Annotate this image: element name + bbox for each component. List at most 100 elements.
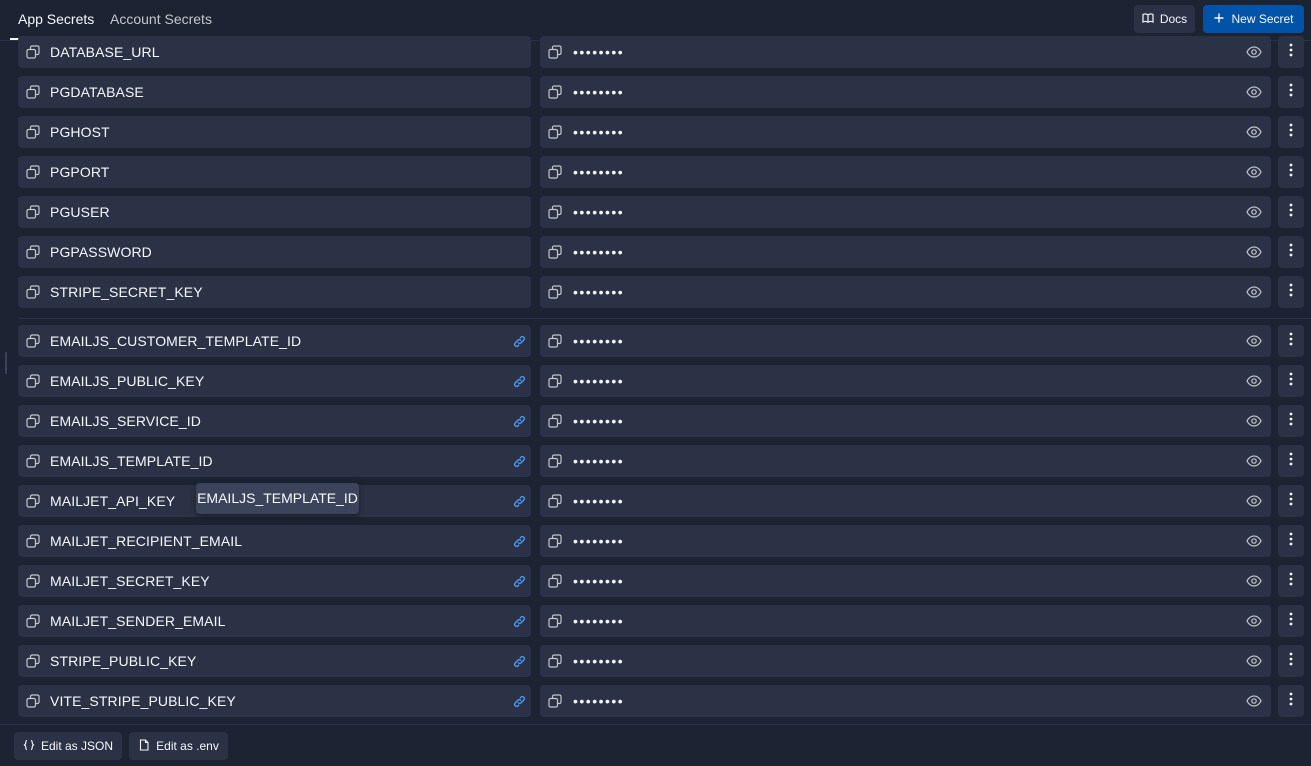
copy-key-icon[interactable] <box>26 574 40 588</box>
copy-key-icon[interactable] <box>26 654 40 668</box>
secret-value-field[interactable]: •••••••• <box>540 445 1271 477</box>
more-options-button[interactable] <box>1278 445 1304 477</box>
copy-value-icon[interactable] <box>548 454 562 468</box>
copy-value-icon[interactable] <box>548 654 562 668</box>
secret-key-field[interactable]: VITE_STRIPE_PUBLIC_KEY <box>18 685 531 717</box>
secret-key-field[interactable]: MAILJET_SENDER_EMAIL <box>18 605 531 637</box>
edit-as-env-button[interactable]: Edit as .env <box>129 732 228 760</box>
more-options-button[interactable] <box>1278 196 1304 228</box>
eye-icon[interactable] <box>1246 454 1262 468</box>
copy-key-icon[interactable] <box>26 374 40 388</box>
secret-key-field[interactable]: STRIPE_SECRET_KEY <box>18 276 531 308</box>
copy-value-icon[interactable] <box>548 334 562 348</box>
secret-value-field[interactable]: •••••••• <box>540 236 1271 268</box>
copy-key-icon[interactable] <box>26 165 40 179</box>
copy-key-icon[interactable] <box>26 285 40 299</box>
secret-key-field[interactable]: PGUSER <box>18 196 531 228</box>
more-options-button[interactable] <box>1278 605 1304 637</box>
eye-icon[interactable] <box>1246 574 1262 588</box>
more-options-button[interactable] <box>1278 685 1304 717</box>
more-options-button[interactable] <box>1278 365 1304 397</box>
secret-value-field[interactable]: •••••••• <box>540 196 1271 228</box>
copy-key-icon[interactable] <box>26 85 40 99</box>
tab-app-secrets[interactable]: App Secrets <box>10 0 103 40</box>
more-options-button[interactable] <box>1278 116 1304 148</box>
secret-value-field[interactable]: •••••••• <box>540 325 1271 357</box>
copy-key-icon[interactable] <box>26 494 40 508</box>
link-icon[interactable] <box>512 494 527 509</box>
copy-value-icon[interactable] <box>548 694 562 708</box>
link-icon[interactable] <box>512 374 527 389</box>
link-icon[interactable] <box>512 654 527 669</box>
secret-key-field[interactable]: MAILJET_SECRET_KEY <box>18 565 531 597</box>
copy-key-icon[interactable] <box>26 45 40 59</box>
secret-key-field[interactable]: EMAILJS_PUBLIC_KEY <box>18 365 531 397</box>
eye-icon[interactable] <box>1246 534 1262 548</box>
eye-icon[interactable] <box>1246 85 1262 99</box>
eye-icon[interactable] <box>1246 654 1262 668</box>
secret-value-field[interactable]: •••••••• <box>540 605 1271 637</box>
copy-value-icon[interactable] <box>548 614 562 628</box>
eye-icon[interactable] <box>1246 165 1262 179</box>
copy-value-icon[interactable] <box>548 494 562 508</box>
eye-icon[interactable] <box>1246 125 1262 139</box>
secret-value-field[interactable]: •••••••• <box>540 685 1271 717</box>
copy-key-icon[interactable] <box>26 534 40 548</box>
secret-key-field[interactable]: MAILJET_RECIPIENT_EMAIL <box>18 525 531 557</box>
secret-value-field[interactable]: •••••••• <box>540 156 1271 188</box>
edit-as-json-button[interactable]: Edit as JSON <box>14 732 122 760</box>
secret-key-field[interactable]: PGPASSWORD <box>18 236 531 268</box>
more-options-button[interactable] <box>1278 525 1304 557</box>
link-icon[interactable] <box>512 534 527 549</box>
secret-value-field[interactable]: •••••••• <box>540 36 1271 68</box>
more-options-button[interactable] <box>1278 156 1304 188</box>
new-secret-button[interactable]: New Secret <box>1203 5 1304 33</box>
resize-handle[interactable] <box>5 352 7 374</box>
secret-value-field[interactable]: •••••••• <box>540 116 1271 148</box>
more-options-button[interactable] <box>1278 565 1304 597</box>
eye-icon[interactable] <box>1246 45 1262 59</box>
secret-value-field[interactable]: •••••••• <box>540 276 1271 308</box>
eye-icon[interactable] <box>1246 245 1262 259</box>
secret-value-field[interactable]: •••••••• <box>540 565 1271 597</box>
secret-value-field[interactable]: •••••••• <box>540 525 1271 557</box>
tab-account-secrets[interactable]: Account Secrets <box>102 0 220 40</box>
eye-icon[interactable] <box>1246 334 1262 348</box>
copy-value-icon[interactable] <box>548 205 562 219</box>
more-options-button[interactable] <box>1278 276 1304 308</box>
more-options-button[interactable] <box>1278 485 1304 517</box>
copy-key-icon[interactable] <box>26 414 40 428</box>
secret-key-field[interactable]: DATABASE_URL <box>18 36 531 68</box>
secret-key-field[interactable]: PGHOST <box>18 116 531 148</box>
copy-value-icon[interactable] <box>548 285 562 299</box>
docs-button[interactable]: Docs <box>1134 5 1195 33</box>
copy-value-icon[interactable] <box>548 165 562 179</box>
more-options-button[interactable] <box>1278 36 1304 68</box>
copy-key-icon[interactable] <box>26 245 40 259</box>
secret-value-field[interactable]: •••••••• <box>540 485 1271 517</box>
copy-key-icon[interactable] <box>26 694 40 708</box>
link-icon[interactable] <box>512 454 527 469</box>
link-icon[interactable] <box>512 614 527 629</box>
secret-key-field[interactable]: PGPORT <box>18 156 531 188</box>
secret-key-field[interactable]: STRIPE_PUBLIC_KEY <box>18 645 531 677</box>
copy-key-icon[interactable] <box>26 205 40 219</box>
secret-key-field[interactable]: EMAILJS_TEMPLATE_ID <box>18 445 531 477</box>
eye-icon[interactable] <box>1246 205 1262 219</box>
copy-key-icon[interactable] <box>26 334 40 348</box>
copy-key-icon[interactable] <box>26 454 40 468</box>
secret-value-field[interactable]: •••••••• <box>540 365 1271 397</box>
more-options-button[interactable] <box>1278 645 1304 677</box>
copy-key-icon[interactable] <box>26 614 40 628</box>
more-options-button[interactable] <box>1278 405 1304 437</box>
eye-icon[interactable] <box>1246 614 1262 628</box>
copy-value-icon[interactable] <box>548 85 562 99</box>
more-options-button[interactable] <box>1278 76 1304 108</box>
eye-icon[interactable] <box>1246 694 1262 708</box>
link-icon[interactable] <box>512 574 527 589</box>
link-icon[interactable] <box>512 414 527 429</box>
eye-icon[interactable] <box>1246 285 1262 299</box>
copy-value-icon[interactable] <box>548 534 562 548</box>
copy-value-icon[interactable] <box>548 245 562 259</box>
link-icon[interactable] <box>512 334 527 349</box>
